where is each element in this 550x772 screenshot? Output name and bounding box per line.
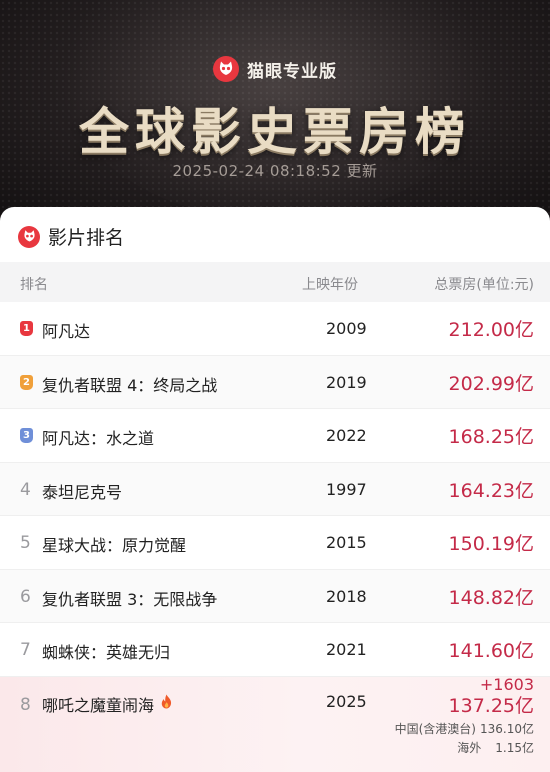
table-row[interactable]: 5 星球大战：原力觉醒 2015 150.19亿: [0, 516, 550, 570]
breakdown-overseas: 海外 1.15亿: [457, 739, 534, 756]
box-office-value: 202.99亿: [448, 372, 534, 395]
section-header: 影片排名: [18, 223, 124, 250]
box-office-value: 148.82亿: [448, 586, 534, 609]
rank-badge: 3: [20, 428, 33, 443]
page-title: 全球影史票房榜: [79, 102, 471, 161]
rank-badge: 1: [20, 321, 33, 336]
movie-title-wrap: 哪吒之魔童闹海: [42, 692, 173, 716]
table-row[interactable]: 2 复仇者联盟 4：终局之战 2019 202.99亿: [0, 355, 550, 409]
movie-title: 阿凡达：水之道: [42, 429, 155, 448]
column-rank: 排名: [20, 277, 48, 293]
rank-number: 8: [20, 694, 31, 715]
movie-title: 复仇者联盟 4：终局之战: [42, 375, 218, 395]
table-row[interactable]: 3 阿凡达：水之道 2022 168.25亿: [0, 409, 550, 463]
release-year: 2015: [326, 533, 367, 552]
movie-title: 复仇者联盟 3：无限战争: [42, 589, 218, 609]
rank-badge: 2: [20, 374, 33, 390]
table-row[interactable]: 4 泰坦尼克号 1997 164.23亿: [0, 462, 550, 516]
column-year: 上映年份: [302, 277, 358, 293]
breakdown-china: 中国(含港澳台) 136.10亿: [395, 720, 534, 737]
release-year: 2018: [326, 586, 367, 606]
ranking-list: 1 阿凡达 2009 212.00亿 2 复仇者联盟 4：终局之战 2019 2…: [0, 302, 550, 772]
brand-name: 猫眼专业版: [247, 61, 337, 82]
movie-title: 泰坦尼克号: [42, 482, 123, 502]
box-office-value: 141.60亿: [448, 640, 534, 662]
rank-number: 6: [20, 586, 31, 607]
ranking-card: 影片排名 排名 上映年份 总票房(单位:元) 1 阿凡达 2009 212.00…: [0, 207, 550, 772]
box-office-value: 164.23亿: [448, 479, 534, 502]
box-office-value: 168.25亿: [448, 426, 534, 448]
release-year: 2009: [326, 319, 367, 338]
breakdown-value: 136.10亿: [480, 721, 534, 736]
breakdown-label: 海外: [457, 740, 482, 755]
table-row-highlighted[interactable]: 8 哪吒之魔童闹海 2025 +1603 137.25亿 中国(含港澳台) 136…: [0, 675, 550, 772]
brand: 猫眼专业版: [0, 56, 550, 82]
release-year: 1997: [326, 479, 367, 499]
breakdown-label: 中国(含港澳台): [394, 721, 476, 736]
update-timestamp: 2025-02-24 08:18:52 更新: [172, 162, 378, 180]
rank-number: 7: [20, 640, 31, 660]
release-year: 2019: [326, 372, 367, 392]
table-row[interactable]: 6 复仇者联盟 3：无限战争 2018 148.82亿: [0, 569, 550, 623]
rank-number: 4: [20, 479, 31, 500]
rank-number: 5: [20, 533, 31, 553]
release-year: 2022: [326, 426, 367, 445]
column-box-office: 总票房(单位:元): [434, 277, 534, 293]
section-title: 影片排名: [48, 227, 125, 249]
fire-icon: [160, 694, 173, 713]
header-banner: 猫眼专业版 全球影史票房榜 2025-02-24 08:18:52 更新: [0, 0, 550, 215]
table-row[interactable]: 1 阿凡达 2009 212.00亿: [0, 302, 550, 356]
movie-title: 蜘蛛侠：英雄无归: [42, 643, 171, 662]
box-office-value: 212.00亿: [448, 319, 534, 341]
table-row[interactable]: 7 蜘蛛侠：英雄无归 2021 141.60亿: [0, 623, 550, 677]
box-office-value: 137.25亿: [448, 694, 534, 717]
release-year: 2021: [326, 640, 367, 659]
movie-title: 哪吒之魔童闹海: [42, 695, 155, 715]
maoyan-cat-logo-icon: [213, 56, 239, 82]
table-header: 排名 上映年份 总票房(单位:元): [0, 262, 550, 302]
breakdown-value: 1.15亿: [495, 740, 534, 755]
maoyan-cat-icon: [18, 225, 40, 248]
movie-title: 星球大战：原力觉醒: [42, 536, 187, 555]
movie-title: 阿凡达: [42, 322, 91, 341]
release-year: 2025: [326, 691, 367, 711]
box-office-value: 150.19亿: [448, 533, 534, 555]
